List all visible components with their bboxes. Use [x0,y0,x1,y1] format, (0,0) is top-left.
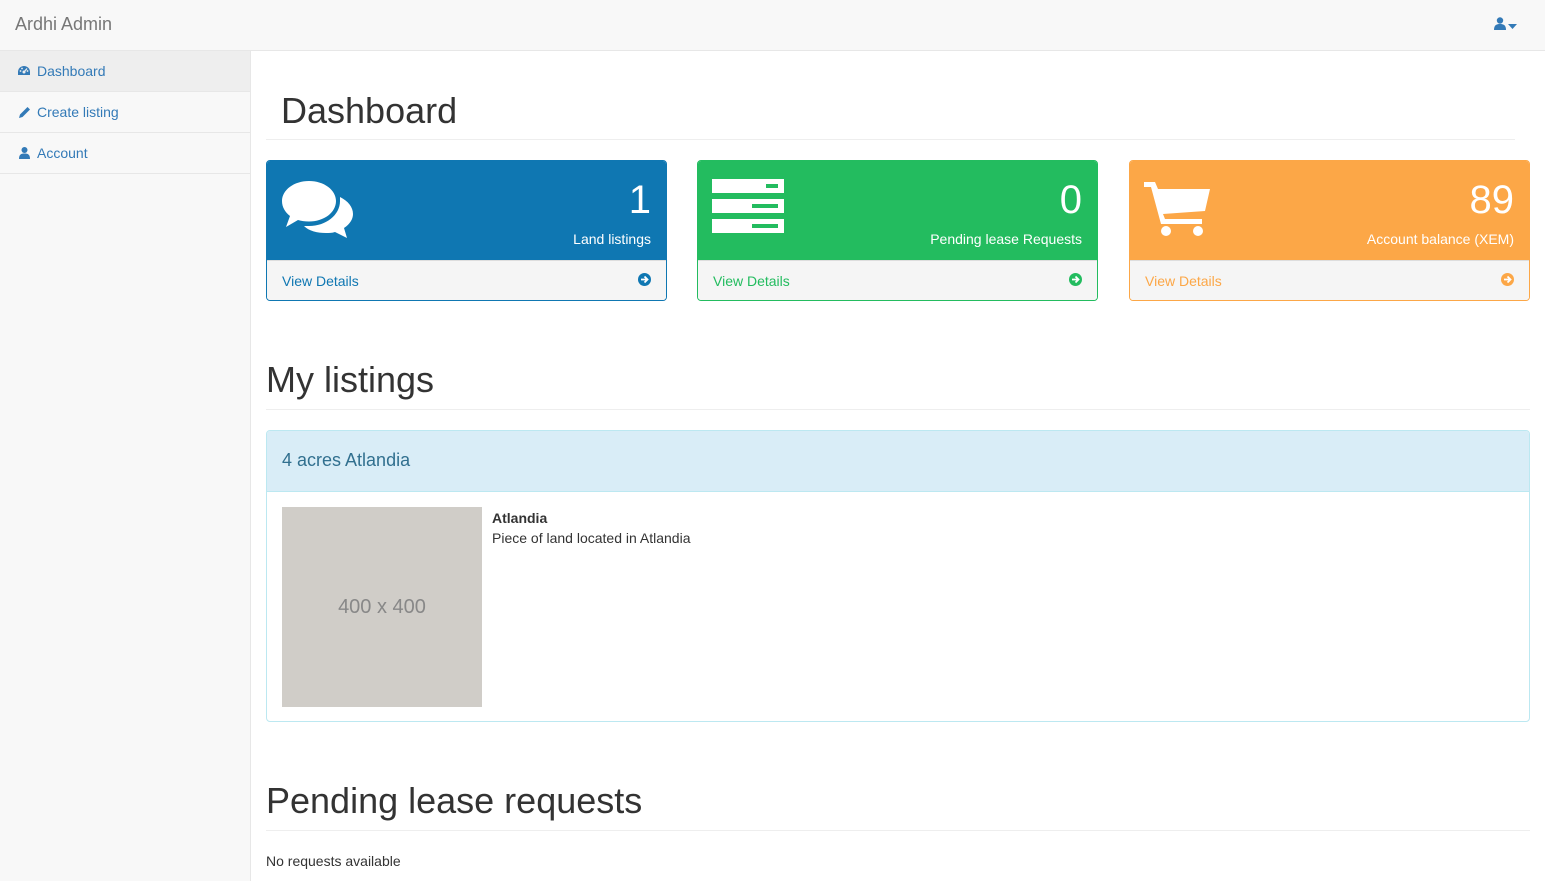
user-menu-toggle[interactable] [1494,17,1517,33]
page-header: Dashboard [266,60,1515,140]
listing-description: Piece of land located in Atlandia [492,530,691,546]
pending-requests-card: 0 Pending lease Requests View Details [697,160,1098,301]
page-title: Dashboard [281,90,458,131]
view-details-text: View Details [1145,273,1222,289]
server-icon [712,179,784,238]
land-listings-count: 1 [628,178,651,222]
sidebar-item-label: Account [37,145,88,161]
pencil-icon [17,105,31,119]
comments-icon [281,179,355,242]
sidebar-item-label: Dashboard [37,63,106,79]
card-heading: 89 Account balance (XEM) [1130,161,1529,260]
sidebar-item-label: Create listing [37,104,119,120]
view-details-link[interactable]: View Details [698,260,1097,300]
listing-title: 4 acres Atlandia [267,431,1529,492]
listing-body: 400 x 400 Atlandia Piece of land located… [267,492,1529,721]
card-heading: 1 Land listings [267,161,666,260]
sidebar-item-create-listing[interactable]: Create listing [0,92,250,133]
card-heading: 0 Pending lease Requests [698,161,1097,260]
my-listings-title: My listings [266,359,435,400]
no-requests-message: No requests available [266,853,401,869]
view-details-text: View Details [713,273,790,289]
user-icon [1494,17,1506,33]
arrow-circle-right-icon [638,273,651,289]
pending-requests-title: Pending lease requests [266,780,643,821]
pending-requests-count: 0 [1059,178,1082,222]
brand-link[interactable]: Ardhi Admin [15,14,112,35]
view-details-link[interactable]: View Details [1130,260,1529,300]
arrow-circle-right-icon [1501,273,1514,289]
arrow-circle-right-icon [1069,273,1082,289]
listing-image-placeholder: 400 x 400 [282,507,482,707]
view-details-text: View Details [282,273,359,289]
dashboard-icon [17,64,31,78]
pending-requests-header: Pending lease requests [266,781,1530,831]
sidebar: Dashboard Create listing Account [0,51,251,881]
pending-requests-label: Pending lease Requests [930,231,1082,247]
land-listings-label: Land listings [573,231,651,247]
land-listings-card: 1 Land listings View Details [266,160,667,301]
sidebar-item-dashboard[interactable]: Dashboard [0,51,250,92]
caret-down-icon [1508,17,1517,33]
listing-panel: 4 acres Atlandia 400 x 400 Atlandia Piec… [266,430,1530,722]
view-details-link[interactable]: View Details [267,260,666,300]
shopping-cart-icon [1144,179,1212,240]
top-navbar: Ardhi Admin [0,0,1545,51]
listing-name: Atlandia [492,510,548,526]
user-icon [17,146,31,160]
sidebar-item-account[interactable]: Account [0,133,250,174]
account-balance-label: Account balance (XEM) [1366,231,1514,247]
account-balance-value: 89 [1469,178,1515,222]
my-listings-header: My listings [266,360,1530,410]
account-balance-card: 89 Account balance (XEM) View Details [1129,160,1530,301]
